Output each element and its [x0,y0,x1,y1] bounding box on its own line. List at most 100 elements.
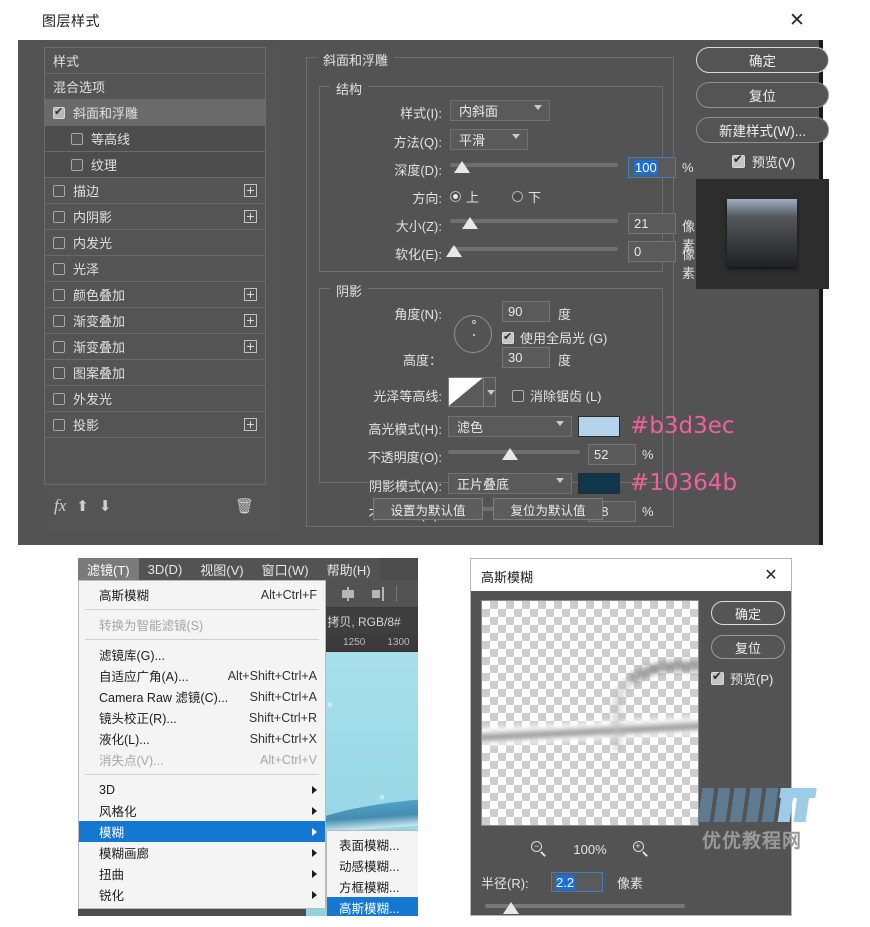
checkbox-off-icon[interactable] [53,418,65,431]
checkbox-on-icon[interactable] [53,105,65,119]
blur-submenu[interactable]: 表面模糊... 动感模糊... 方框模糊... 高斯模糊... [326,830,418,916]
angle-dial-handle[interactable] [472,320,476,324]
menubar-item[interactable]: 滤镜(T) [78,558,139,581]
menubar-item[interactable]: 窗口(W) [253,558,318,581]
menu-item[interactable]: 模糊 [79,821,325,842]
style-list-item[interactable]: 外发光 [45,386,265,412]
menu-item[interactable]: 风格化 [79,800,325,821]
add-effect-icon[interactable] [244,418,257,431]
menubar-item[interactable]: 视图(V) [191,558,252,581]
filter-menu-dropdown[interactable]: 高斯模糊 Alt+Ctrl+F 转换为智能滤镜(S) 滤镜库(G)... 自适应广角(A… [78,580,326,909]
checkbox-off-icon[interactable] [53,340,65,353]
add-effect-icon[interactable] [244,288,257,301]
menu-item[interactable]: 高斯模糊 Alt+Ctrl+F [79,584,325,605]
style-list-item[interactable]: 渐变叠加 [45,308,265,334]
align-center-icon[interactable] [340,586,356,601]
menu-item[interactable]: 自适应广角(A)... Alt+Shift+Ctrl+A [79,665,325,686]
style-list-item[interactable]: 混合选项 [45,74,265,100]
size-slider[interactable] [450,215,618,231]
style-select[interactable]: 内斜面 [450,100,550,121]
gb-reset-button[interactable]: 复位 [711,635,785,659]
move-down-icon[interactable]: ⬇ [99,497,112,515]
checkbox-off-icon[interactable] [53,288,65,301]
style-list-item[interactable]: 等高线 [45,126,265,152]
checkbox-off-icon[interactable] [53,392,65,405]
checkbox-off-icon[interactable] [53,184,65,197]
radius-slider[interactable] [485,901,685,917]
style-list-item[interactable]: 颜色叠加 [45,282,265,308]
menu-item[interactable]: 模糊画廊 [79,842,325,863]
menu-item[interactable]: Camera Raw 滤镜(C)... Shift+Ctrl+A [79,686,325,707]
soften-input[interactable]: 0 [628,241,676,262]
antialias-checkbox[interactable]: 消除锯齿 (L) [512,386,602,405]
gloss-contour-picker[interactable] [448,377,496,407]
trash-icon[interactable]: 🗑 [235,497,254,515]
checkbox-off-icon[interactable] [53,262,65,275]
style-list-item[interactable]: 样式 [45,48,265,74]
preview-checkbox[interactable]: ✔ 预览(V) [696,152,831,171]
style-list-item[interactable]: 内发光 [45,230,265,256]
submenu-item[interactable]: 方框模糊... [327,876,418,897]
gb-preview-checkbox[interactable]: ✔ 预览(P) [711,669,785,688]
highlight-opacity-input[interactable]: 52 [588,444,636,465]
menu-item[interactable]: 锐化 [79,884,325,905]
menubar[interactable]: 滤镜(T) 3D(D) 视图(V) 窗口(W) 帮助(H) [78,558,380,581]
menu-item[interactable]: 扭曲 [79,863,325,884]
depth-input[interactable]: 100 [628,157,676,178]
altitude-input[interactable]: 30 [502,347,550,368]
direction-down-radio[interactable]: 下 [512,187,541,206]
menubar-item[interactable]: 3D(D) [139,560,192,579]
ok-button[interactable]: 确定 [696,47,829,73]
shadow-color-swatch[interactable] [578,473,620,494]
add-effect-icon[interactable] [244,184,257,197]
global-light-checkbox[interactable]: 使用全局光 (G) [502,328,607,347]
style-list-item[interactable]: 纹理 [45,152,265,178]
style-list-item[interactable]: 光泽 [45,256,265,282]
shadow-mode-select[interactable]: 正片叠底 [448,473,572,494]
add-effect-icon[interactable] [244,210,257,223]
zoom-in-icon[interactable]: + [632,841,649,857]
blur-preview[interactable] [481,600,699,826]
angle-dial[interactable] [454,315,492,353]
soften-slider-knob[interactable] [446,245,462,257]
close-icon[interactable]: ✕ [761,565,781,585]
depth-slider[interactable] [450,159,618,175]
size-input[interactable]: 21 [628,213,676,234]
submenu-item[interactable]: 表面模糊... [327,834,418,855]
gb-ok-button[interactable]: 确定 [711,601,785,625]
menu-item[interactable]: 滤镜库(G)... [79,644,325,665]
add-effect-icon[interactable] [244,340,257,353]
checkbox-off-icon[interactable] [71,158,83,171]
contour-dropdown-arrow[interactable] [483,378,495,406]
submenu-item[interactable]: 高斯模糊... [327,897,418,916]
direction-up-radio[interactable]: 上 [450,187,479,206]
menubar-item[interactable]: 帮助(H) [318,558,380,581]
submenu-item[interactable]: 动感模糊... [327,855,418,876]
technique-select[interactable]: 平滑 [450,129,528,150]
style-list-item[interactable]: 描边 [45,178,265,204]
style-list-item[interactable]: 渐变叠加 [45,334,265,360]
checkbox-off-icon[interactable] [53,210,65,223]
add-effect-icon[interactable] [244,314,257,327]
move-up-icon[interactable]: ⬆ [76,497,89,515]
align-right-icon[interactable] [368,586,384,601]
fx-icon[interactable]: fx [54,496,66,516]
style-list-item[interactable]: 斜面和浮雕 [45,100,265,126]
checkbox-off-icon[interactable] [53,314,65,327]
style-list-item[interactable]: 内阴影 [45,204,265,230]
close-icon[interactable]: ✕ [785,8,809,32]
zoom-out-icon[interactable]: − [531,841,547,857]
reset-default-button[interactable]: 复位为默认值 [493,498,603,520]
soften-slider[interactable] [446,243,618,259]
size-slider-knob[interactable] [462,217,478,229]
reset-button[interactable]: 复位 [696,82,829,108]
radius-slider-knob[interactable] [503,902,519,914]
highlight-color-swatch[interactable] [578,416,620,437]
styles-list[interactable]: 样式混合选项斜面和浮雕等高线纹理描边内阴影内发光光泽颜色叠加渐变叠加渐变叠加图案… [44,47,266,485]
style-list-item[interactable]: 投影 [45,412,265,438]
checkbox-off-icon[interactable] [53,236,65,249]
highlight-opacity-slider[interactable] [448,446,580,462]
style-list-item[interactable]: 图案叠加 [45,360,265,386]
depth-slider-knob[interactable] [454,161,470,173]
highlight-mode-select[interactable]: 滤色 [448,416,572,437]
